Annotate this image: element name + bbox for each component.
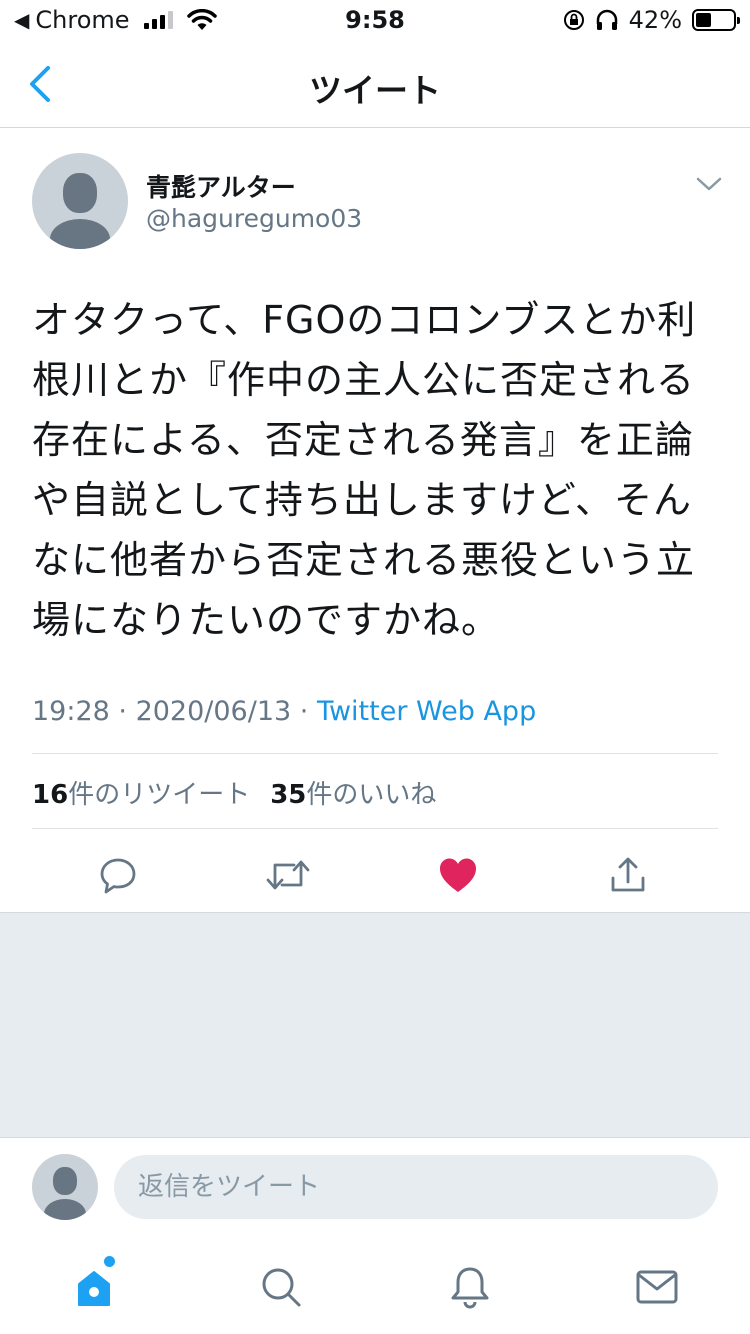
retweet-stat[interactable]: 16件のリツイート [32,774,250,811]
status-bar: ◀ Chrome 9:58 42% [0,0,750,40]
headphones-icon [596,9,617,30]
meta-separator: · [291,696,317,727]
like-button[interactable] [433,850,483,900]
tab-search[interactable] [251,1260,311,1314]
chevron-down-icon[interactable] [694,172,724,196]
author-name[interactable]: 青髭アルター [146,168,296,204]
home-icon [78,1271,110,1306]
like-stat[interactable]: 35件のいいね [270,774,436,811]
battery-percent: 42% [628,6,682,34]
like-label: 件のいいね [306,780,437,810]
tweet-meta: 19:28 · 2020/06/13 · Twitter Web App [32,696,536,727]
tweet-time: 19:28 [32,696,110,727]
meta-separator: · [109,696,136,727]
my-avatar[interactable] [32,1154,98,1220]
mail-icon [636,1270,678,1304]
author-handle[interactable]: @haguregumo03 [146,204,362,233]
tweet-actions [0,840,750,912]
reply-input[interactable]: 返信をツイート [114,1155,718,1219]
divider [32,828,718,829]
tab-bar [0,1240,750,1334]
reply-icon [100,858,136,894]
tweet-stats: 16件のリツイート 35件のいいね [32,774,436,811]
retweet-icon [266,860,310,890]
tab-home[interactable] [64,1260,124,1314]
tweet-text: オタクって、FGOのコロンブスとか利根川とか『作中の主人公に否定される存在による… [32,298,697,642]
nav-header: ツイート [0,40,750,128]
battery-level [696,13,712,27]
search-icon [262,1268,301,1307]
share-icon [611,857,645,892]
tweet-source-link[interactable]: Twitter Web App [317,696,536,727]
orientation-lock-icon [563,10,584,30]
bell-icon [451,1267,489,1309]
battery-icon [692,9,740,31]
retweet-button[interactable] [263,850,313,900]
share-button[interactable] [603,850,653,900]
heart-filled-icon [440,858,476,892]
tweet-date: 2020/06/13 [135,696,292,727]
replies-area [0,912,750,1138]
author-avatar[interactable] [32,153,128,249]
reply-button[interactable] [93,850,143,900]
new-content-dot [104,1256,115,1267]
page-title: ツイート [309,71,441,110]
retweet-count: 16 [32,780,69,810]
tab-messages[interactable] [627,1260,687,1314]
retweet-label: 件のリツイート [68,780,251,810]
divider [32,753,718,754]
like-count: 35 [270,780,307,810]
status-bar-right: 42% [563,6,740,34]
tab-notifications[interactable] [440,1260,500,1314]
